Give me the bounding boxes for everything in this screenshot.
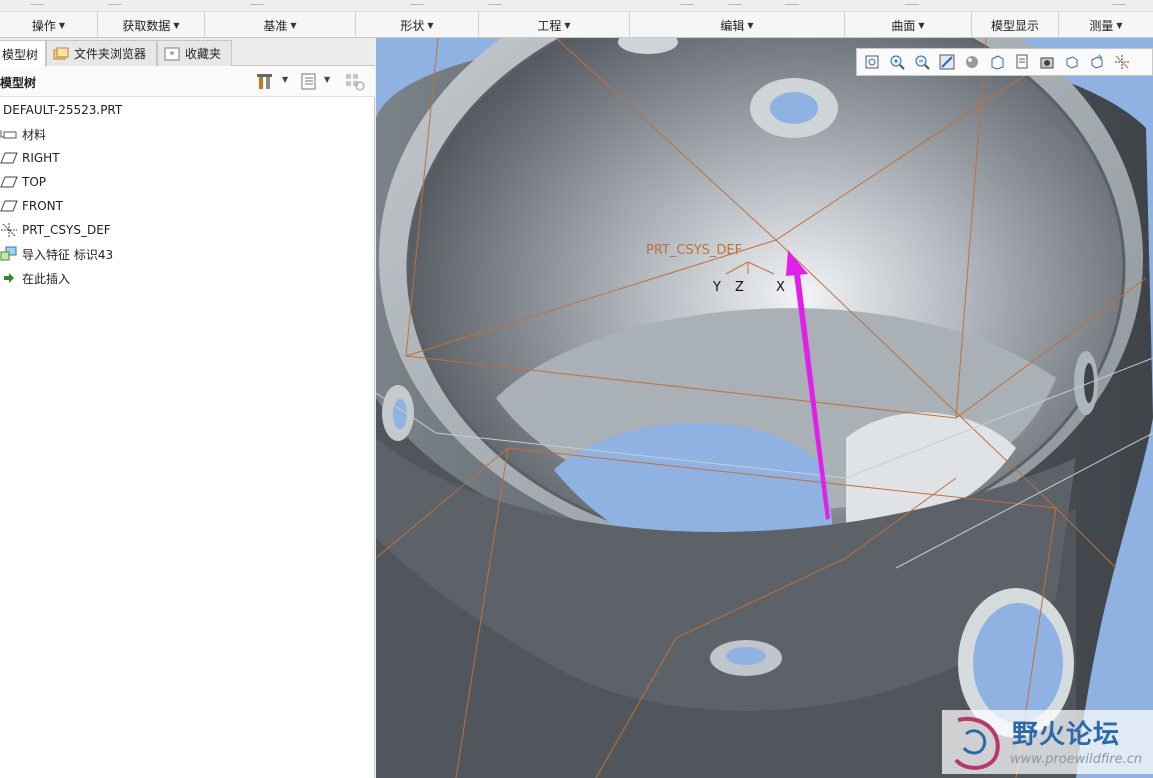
zoom-in-icon[interactable]: [886, 51, 908, 73]
watermark-title: 野火论坛: [1012, 720, 1121, 750]
axis-label-y: Y: [712, 280, 721, 295]
datum-display-icon[interactable]: [1111, 51, 1133, 73]
ribbon-group-datum[interactable]: 基准 ▼: [205, 12, 356, 38]
svg-text:*: *: [170, 50, 175, 61]
tab-folder-browser[interactable]: 文件夹浏览器: [46, 40, 157, 66]
material-icon: [0, 126, 18, 142]
insert-here-arrow-icon: [0, 270, 18, 286]
tree-item-label: 材料: [22, 127, 47, 142]
tab-model-tree[interactable]: 模型树: [0, 40, 46, 67]
tree-item-label: 在此插入: [22, 271, 71, 286]
tree-item-label: 导入特征 标识43: [22, 247, 114, 262]
saved-orientations-icon[interactable]: [986, 51, 1008, 73]
tree-item-insert-here[interactable]: 在此插入: [0, 266, 375, 290]
tree-item-import-feature[interactable]: 导入特征 标识43: [0, 242, 375, 266]
spin-center-icon[interactable]: [1061, 51, 1083, 73]
perspective-icon[interactable]: [1036, 51, 1058, 73]
repaint-icon[interactable]: [936, 51, 958, 73]
model-tree: DEFAULT-25523.PRT 材料 RIGHT TOP FRONT PRT…: [0, 98, 375, 290]
csys-label: PRT_CSYS_DEF: [646, 243, 742, 258]
ribbon-group-label: 操作: [31, 18, 56, 33]
datum-plane-icon: [0, 174, 18, 190]
tab-label: 文件夹浏览器: [74, 47, 147, 61]
axis-label-z: Z: [735, 280, 744, 295]
show-list-icon[interactable]: [300, 72, 318, 92]
ribbon-group-editing[interactable]: 编辑 ▼: [630, 12, 845, 38]
tree-item-label: RIGHT: [22, 151, 60, 165]
annotation-display-icon[interactable]: [1086, 51, 1108, 73]
chevron-down-icon: ▼: [747, 20, 754, 30]
view-manager-icon[interactable]: [1011, 51, 1033, 73]
chevron-down-icon: ▼: [173, 20, 180, 30]
tab-favorites[interactable]: * 收藏夹: [157, 40, 232, 66]
ribbon-group-surfaces[interactable]: 曲面 ▼: [845, 12, 972, 38]
display-style-icon[interactable]: [961, 51, 983, 73]
graphics-window[interactable]: PRT_CSYS_DEF Y Z X 野火论坛 www.proewildfire…: [376, 38, 1153, 778]
datum-plane-icon: [0, 198, 18, 214]
chevron-down-icon: ▼: [918, 20, 925, 30]
favorites-star-icon: *: [164, 47, 180, 61]
forum-watermark: 野火论坛 www.proewildfire.cn: [942, 710, 1153, 774]
tab-label: 收藏夹: [185, 47, 222, 61]
chevron-down-icon[interactable]: ▼: [282, 75, 288, 84]
ribbon-group-operations[interactable]: 操作 ▼: [0, 12, 98, 38]
tree-item-label: PRT_CSYS_DEF: [22, 223, 111, 237]
tree-settings-tools-icon[interactable]: [256, 72, 274, 92]
chevron-down-icon: ▼: [1116, 20, 1123, 30]
tree-item-top[interactable]: TOP: [0, 170, 375, 194]
tree-item-label: TOP: [22, 175, 47, 189]
ribbon: 操作 ▼ 获取数据 ▼ 基准 ▼ 形状 ▼ 工程 ▼ 编辑 ▼ 曲面 ▼ 模型显示 测量 ▼: [0, 0, 1153, 38]
ribbon-group-engineering[interactable]: 工程 ▼: [479, 12, 630, 38]
ribbon-group-label: 模型显示: [990, 18, 1039, 33]
navigator-panel: 模型树 文件夹浏览器 * 收藏夹 模型树 ▼ ▼ DEFAULT-25523.P…: [0, 38, 375, 778]
tree-item-material[interactable]: 材料: [0, 122, 375, 146]
tree-item-right[interactable]: RIGHT: [0, 146, 375, 170]
tree-item-front[interactable]: FRONT: [0, 194, 375, 218]
chevron-down-icon[interactable]: ▼: [324, 75, 330, 84]
import-feature-icon: [0, 246, 18, 262]
watermark-url: www.proewildfire.cn: [1010, 752, 1143, 767]
tree-item-label: FRONT: [22, 199, 63, 213]
ribbon-group-label: 测量: [1089, 18, 1114, 33]
graphics-toolbar: [856, 48, 1153, 76]
chevron-down-icon: ▼: [290, 20, 297, 30]
ribbon-group-label: 曲面: [891, 18, 916, 33]
ribbon-command-strip: [0, 0, 1153, 12]
csys-icon: [0, 222, 18, 238]
ribbon-group-label: 获取数据: [122, 18, 171, 33]
ribbon-group-shapes[interactable]: 形状 ▼: [356, 12, 479, 38]
zoom-out-icon[interactable]: [911, 51, 933, 73]
ribbon-group-get-data[interactable]: 获取数据 ▼: [98, 12, 205, 38]
ribbon-group-label: 编辑: [720, 18, 745, 33]
tab-label: 模型树: [2, 47, 39, 62]
ribbon-group-label: 基准: [263, 18, 288, 33]
chevron-down-icon: ▼: [427, 20, 434, 30]
forum-logo-icon: [954, 716, 1000, 770]
ribbon-group-label: 工程: [537, 18, 562, 33]
datum-plane-icon: [0, 150, 18, 166]
ribbon-group-model-display[interactable]: 模型显示: [972, 12, 1059, 38]
tree-filter-icon[interactable]: [345, 72, 365, 92]
model-tree-title: 模型树: [0, 76, 37, 90]
chevron-down-icon: ▼: [58, 20, 66, 30]
axis-label-x: X: [776, 280, 785, 295]
model-render: PRT_CSYS_DEF Y Z X: [376, 38, 1153, 778]
chevron-down-icon: ▼: [564, 20, 571, 30]
navigator-tabs: 模型树 文件夹浏览器 * 收藏夹: [0, 38, 375, 67]
ribbon-group-measure[interactable]: 测量 ▼: [1059, 12, 1153, 38]
model-tree-header: 模型树 ▼ ▼: [0, 67, 375, 97]
tree-item-label: DEFAULT-25523.PRT: [3, 103, 123, 117]
refit-icon[interactable]: [861, 51, 883, 73]
tree-item-part[interactable]: DEFAULT-25523.PRT: [0, 98, 375, 122]
folder-browser-icon: [53, 47, 69, 61]
ribbon-group-label: 形状: [400, 18, 425, 33]
tree-item-csys[interactable]: PRT_CSYS_DEF: [0, 218, 375, 242]
